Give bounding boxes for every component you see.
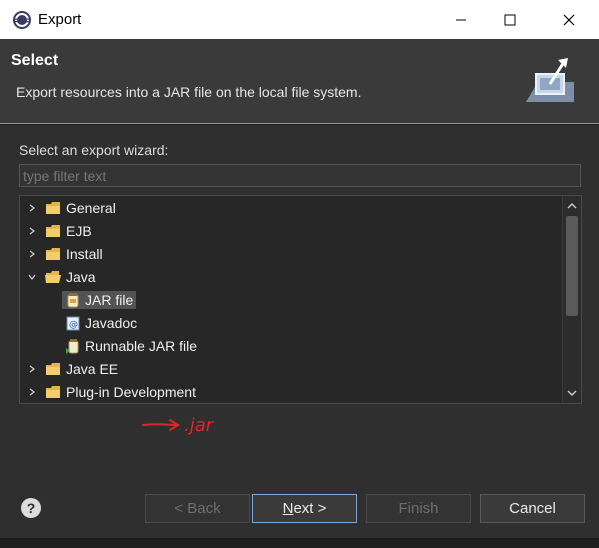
wizard-page-title: Select [11, 52, 59, 69]
tree-scrollbar[interactable] [562, 196, 581, 403]
minimize-icon [456, 19, 466, 20]
next-mnemonic: N [282, 500, 294, 517]
chevron-right-icon[interactable] [25, 247, 39, 261]
tree-item-label: Install [66, 246, 103, 262]
back-button[interactable]: < Back [145, 494, 250, 523]
tree-item-plugin-development[interactable]: Plug-in Development [25, 381, 196, 403]
folder-icon [46, 386, 60, 398]
chevron-down-icon[interactable] [25, 270, 39, 284]
wizard-button-bar: ? < Back Next > Finish Cancel [0, 472, 599, 548]
filter-input[interactable] [19, 164, 581, 187]
chevron-up-icon [567, 203, 577, 209]
title-bar: Export [0, 0, 599, 39]
tree-item-label: Java [66, 269, 96, 285]
svg-text:@: @ [69, 320, 78, 330]
chevron-down-icon [567, 390, 577, 396]
folder-icon [46, 202, 60, 214]
tree-item-java[interactable]: Java [25, 266, 96, 288]
tree-item-label: Javadoc [85, 315, 138, 331]
window-title: Export [38, 11, 82, 28]
export-wizard-banner-icon [526, 58, 574, 102]
scroll-down-arrow[interactable] [563, 384, 581, 402]
scroll-up-arrow[interactable] [563, 197, 581, 215]
folder-icon [46, 248, 60, 260]
handwritten-annotation: .jar [142, 415, 215, 436]
tree-item-general[interactable]: General [25, 197, 116, 219]
tree-item-label: Runnable JAR file [85, 338, 198, 354]
scrollbar-thumb[interactable] [566, 216, 578, 316]
folder-open-icon [45, 271, 61, 283]
selected-item[interactable]: JAR file [62, 291, 137, 309]
next-label: ext > [293, 500, 327, 517]
close-button[interactable] [546, 0, 592, 39]
tree-item-label: EJB [66, 223, 92, 239]
background-editor-strip [0, 538, 599, 548]
folder-icon [46, 363, 60, 375]
close-icon [563, 14, 575, 25]
tree-item-java-ee[interactable]: Java EE [25, 358, 118, 380]
tree-item-label: General [66, 200, 116, 216]
eclipse-app-icon [13, 11, 31, 29]
chevron-right-icon[interactable] [25, 385, 39, 399]
tree-item-label: Plug-in Development [66, 384, 196, 400]
wizard-content: Select an export wizard: General EJB Ins… [0, 125, 599, 472]
wizard-tree[interactable]: General EJB Install Java JAR file @ Java… [19, 195, 582, 404]
chevron-right-icon[interactable] [25, 201, 39, 215]
maximize-button[interactable] [487, 0, 533, 39]
folder-icon [46, 225, 60, 237]
tree-item-javadoc[interactable]: @ Javadoc [62, 312, 137, 334]
wizard-page-description: Export resources into a JAR file on the … [16, 84, 362, 100]
chevron-right-icon[interactable] [25, 224, 39, 238]
runnable-jar-icon [66, 339, 79, 354]
finish-button[interactable]: Finish [366, 494, 471, 523]
next-button[interactable]: Next > [252, 494, 357, 523]
tree-item-ejb[interactable]: EJB [25, 220, 92, 242]
wizard-header: Select Export resources into a JAR file … [0, 39, 599, 123]
minimize-button[interactable] [438, 0, 484, 39]
tree-item-jar-file[interactable]: JAR file [62, 289, 137, 311]
cancel-button[interactable]: Cancel [480, 494, 585, 523]
javadoc-icon: @ [66, 316, 80, 331]
tree-item-runnable-jar[interactable]: Runnable JAR file [62, 335, 197, 357]
tree-item-install[interactable]: Install [25, 243, 103, 265]
tree-item-label: Java EE [66, 361, 119, 377]
annotation-text: .jar [184, 415, 215, 436]
jar-icon [67, 293, 79, 308]
help-icon[interactable]: ? [21, 498, 41, 518]
tree-item-label: JAR file [85, 292, 134, 308]
chevron-right-icon[interactable] [25, 362, 39, 376]
maximize-icon [504, 14, 516, 25]
filter-label: Select an export wizard: [19, 142, 169, 158]
